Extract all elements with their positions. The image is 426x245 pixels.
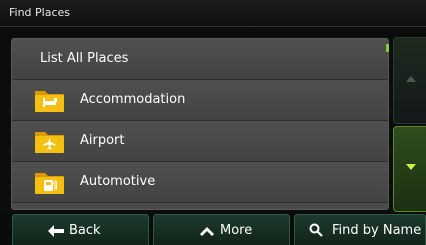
list-item-accommodation[interactable]: Accommodation <box>12 80 388 121</box>
list-item-automotive[interactable]: Automotive <box>12 162 388 203</box>
find-by-name-button[interactable]: Find by Name <box>294 214 426 245</box>
chevron-down-icon <box>406 164 416 170</box>
find-by-name-button-label: Find by Name <box>332 223 422 238</box>
page-title: Find Places <box>9 6 71 19</box>
fuel-pump-icon <box>34 169 66 195</box>
scroll-up-button[interactable] <box>393 37 426 124</box>
scroll-down-button[interactable] <box>393 126 426 212</box>
list-item-label: List All Places <box>40 51 129 66</box>
list-item-label: Airport <box>80 133 125 148</box>
back-button-label: Back <box>69 223 101 238</box>
title-bar: Find Places <box>0 0 426 27</box>
scroll-position-indicator <box>386 44 389 52</box>
airplane-icon <box>34 128 66 154</box>
list-item-airport[interactable]: Airport <box>12 121 388 162</box>
back-button[interactable]: Back <box>12 214 149 245</box>
chevron-up-icon <box>406 76 416 82</box>
search-icon <box>309 223 323 237</box>
more-button[interactable]: More <box>153 214 290 245</box>
list-item-list-all-places[interactable]: List All Places <box>12 39 388 80</box>
arrow-left-icon <box>48 225 64 237</box>
chevron-up-icon <box>200 227 214 236</box>
places-list: List All Places Accommodation Airport Au… <box>11 38 389 210</box>
list-item-label: Automotive <box>80 174 156 189</box>
bed-icon <box>34 87 66 113</box>
more-button-label: More <box>220 223 253 238</box>
list-item-label: Accommodation <box>80 92 186 107</box>
